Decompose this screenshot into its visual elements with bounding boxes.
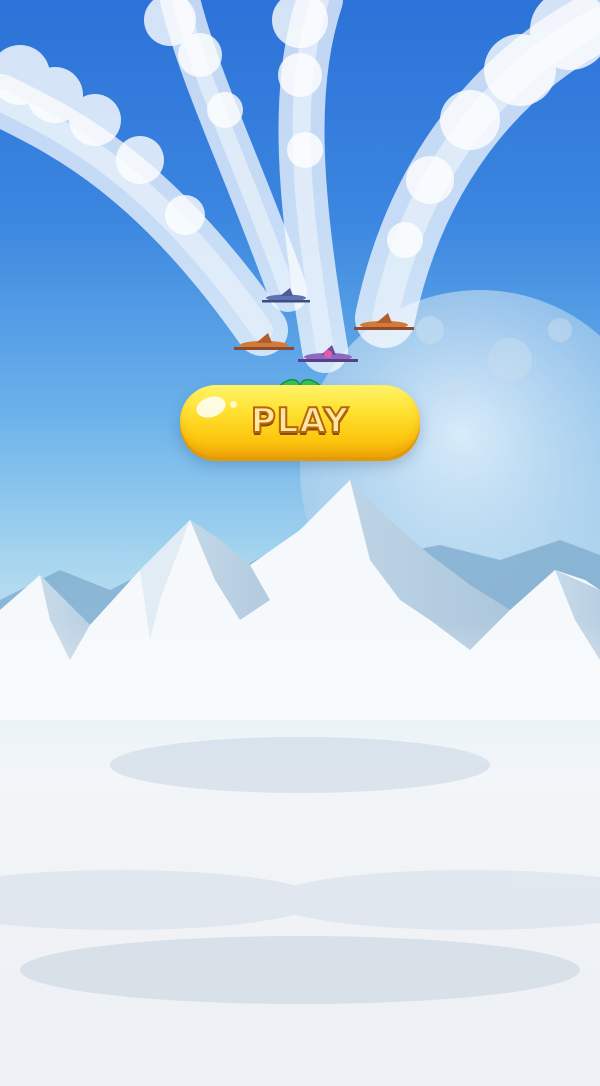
game-menu-screen: PLAY <box>0 0 600 1086</box>
play-button-label: PLAY <box>250 400 350 442</box>
play-button[interactable]: PLAY <box>180 385 420 457</box>
button-highlight <box>193 392 229 422</box>
sky-background <box>0 0 600 1086</box>
button-highlight-dot <box>230 401 237 408</box>
